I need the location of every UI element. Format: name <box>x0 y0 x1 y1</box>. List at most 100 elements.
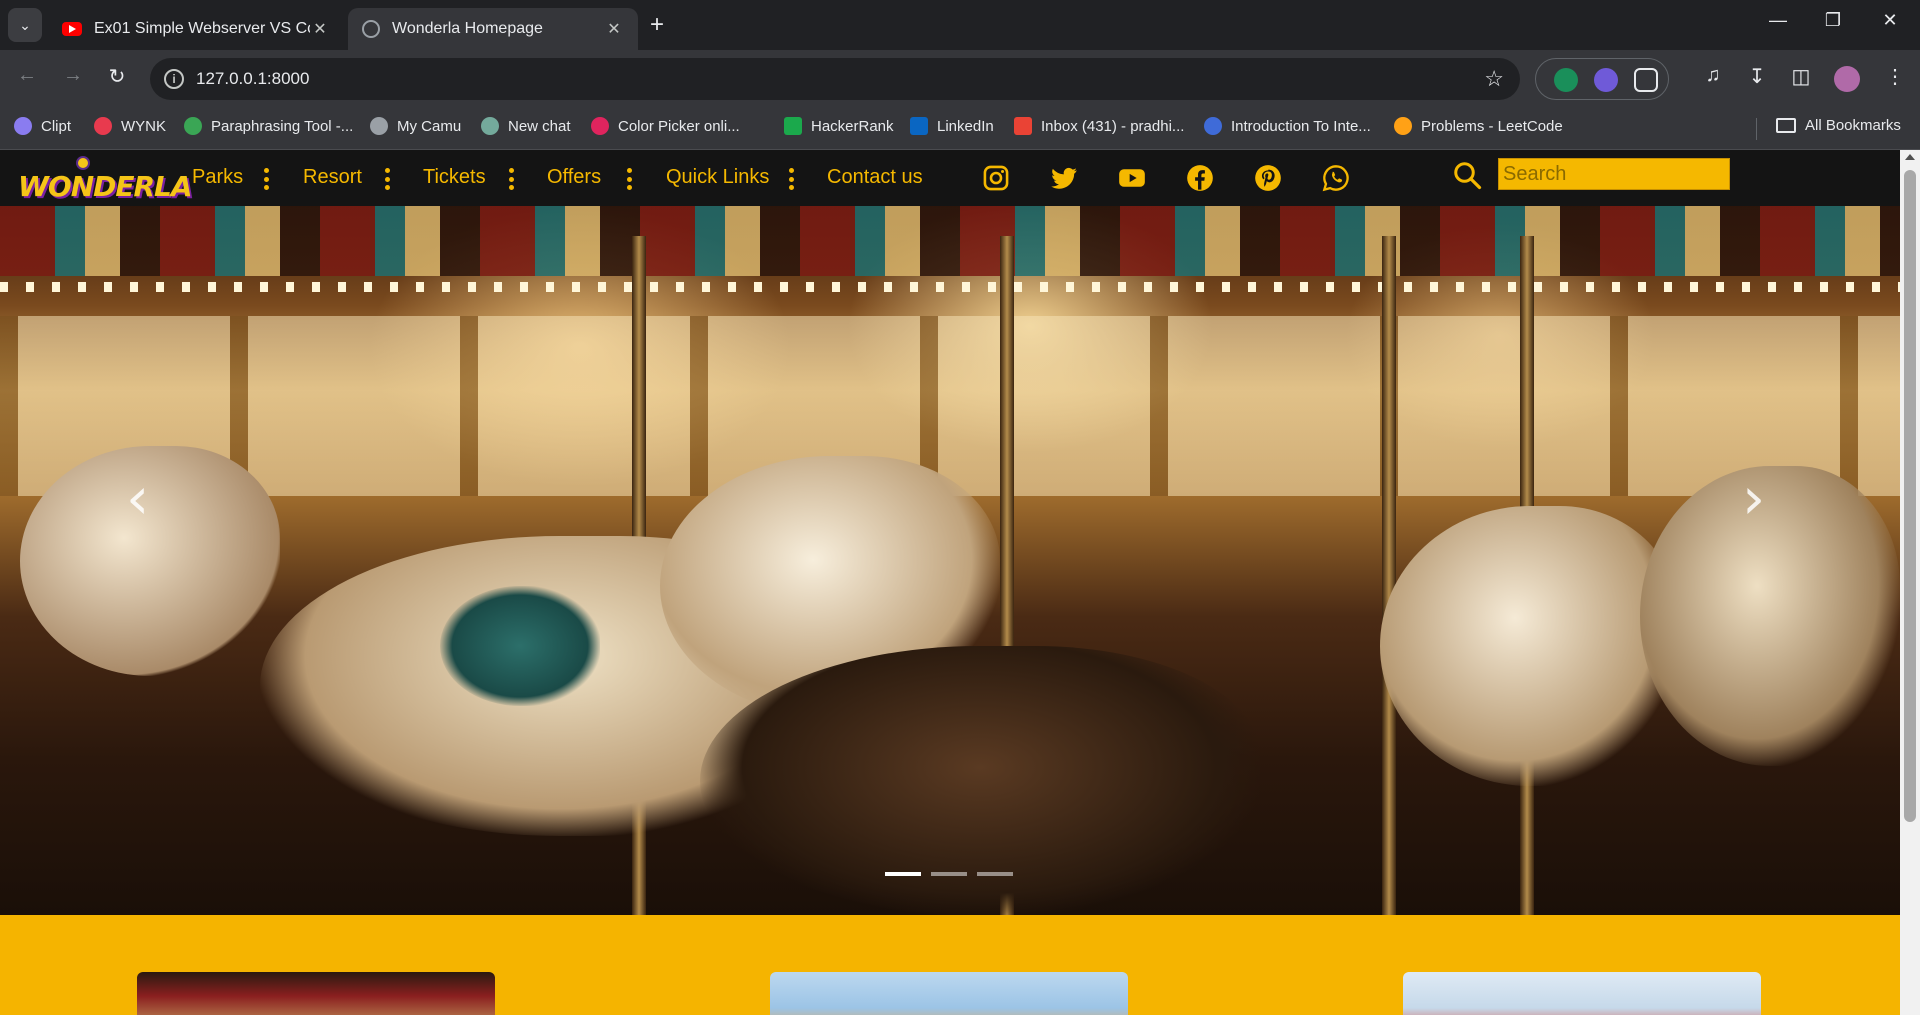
scroll-up-icon[interactable] <box>1905 154 1915 160</box>
bookmark-color-picker[interactable]: Color Picker onli... <box>591 117 740 135</box>
bookmark-label: My Camu <box>397 117 462 135</box>
page-scrollbar[interactable] <box>1900 150 1920 1015</box>
clipt-extension-icon[interactable] <box>1594 68 1618 92</box>
feature-card-image[interactable] <box>1403 972 1761 1015</box>
bookmark-leetcode[interactable]: Problems - LeetCode <box>1394 117 1563 135</box>
carousel-horse-image <box>1640 466 1900 766</box>
forward-icon[interactable]: → <box>58 64 88 87</box>
bookmark-label: Color Picker onli... <box>618 117 740 135</box>
close-icon[interactable]: ✕ <box>604 19 624 39</box>
feature-card-image[interactable] <box>137 972 495 1015</box>
puzzle-icon[interactable] <box>1634 68 1658 92</box>
menu-icon[interactable]: ⋮ <box>1880 64 1910 89</box>
logo-crown-icon <box>76 156 90 170</box>
scrollbar-thumb[interactable] <box>1904 170 1916 822</box>
bookmark-gmail[interactable]: Inbox (431) - pradhi... <box>1014 117 1184 135</box>
tab-wonderla[interactable]: Wonderla Homepage ✕ <box>348 8 638 50</box>
address-bar[interactable]: i 127.0.0.1:8000 ☆ <box>150 58 1520 100</box>
bookmark-label: WYNK <box>121 117 166 135</box>
carousel-indicator[interactable] <box>977 872 1013 876</box>
kebab-icon[interactable] <box>788 168 794 190</box>
carousel-horse-image <box>20 446 280 676</box>
bookmark-wynk[interactable]: WYNK <box>94 117 166 135</box>
logo-text: WONDERLA <box>18 170 193 203</box>
carousel-prev-icon[interactable]: ‹ <box>126 468 149 528</box>
site-info-icon[interactable]: i <box>164 69 184 89</box>
nav-quick-links[interactable]: Quick Links <box>666 166 769 189</box>
carousel-canopy-decoration <box>0 206 1900 276</box>
pinterest-icon[interactable] <box>1254 164 1282 192</box>
carousel-indicators <box>885 872 1013 876</box>
nav-tickets[interactable]: Tickets <box>423 166 486 189</box>
whatsapp-icon[interactable] <box>1322 164 1350 192</box>
twitter-icon[interactable] <box>1050 164 1078 192</box>
skillrack-icon <box>1204 117 1222 135</box>
wonderla-logo[interactable]: WONDERLA <box>18 156 193 203</box>
carousel-indicator[interactable] <box>931 872 967 876</box>
bookmark-label: Introduction To Inte... <box>1231 117 1371 135</box>
bookmark-separator <box>1756 118 1757 140</box>
bookmark-label: Clipt <box>41 117 72 135</box>
bookmark-linkedin[interactable]: LinkedIn <box>910 117 994 135</box>
close-window-icon[interactable]: ✕ <box>1870 10 1910 31</box>
minimize-icon[interactable]: — <box>1758 10 1798 31</box>
bookmark-introduction[interactable]: Introduction To Inte... <box>1204 117 1371 135</box>
bookmark-my-camu[interactable]: My Camu <box>370 117 461 135</box>
tab-search-button[interactable]: ⌄ <box>8 8 42 42</box>
all-bookmarks-label: All Bookmarks <box>1805 117 1901 134</box>
kebab-icon[interactable] <box>508 168 514 190</box>
back-icon[interactable]: ← <box>12 64 42 87</box>
chevron-down-icon: ⌄ <box>19 16 31 33</box>
clipt-icon <box>14 117 32 135</box>
nav-contact-us[interactable]: Contact us <box>827 166 923 189</box>
tab-youtube[interactable]: Ex01 Simple Webserver VS Code ✕ <box>48 8 344 50</box>
instagram-icon[interactable] <box>982 164 1010 192</box>
download-icon[interactable]: ↧ <box>1742 64 1772 89</box>
site-navbar: WONDERLA Parks Resort Tickets Offers Qui… <box>0 150 1900 206</box>
bookmark-clipt[interactable]: Clipt <box>14 117 71 135</box>
wynk-icon <box>94 117 112 135</box>
bookmark-paraphrasing-tool[interactable]: Paraphrasing Tool -... <box>184 117 353 135</box>
facebook-icon[interactable] <box>1186 164 1214 192</box>
kebab-icon[interactable] <box>626 168 632 190</box>
tab-title: Wonderla Homepage <box>392 20 543 37</box>
search-icon[interactable] <box>1452 160 1482 190</box>
nav-offers[interactable]: Offers <box>547 166 601 189</box>
bookmarks-bar: Clipt WYNK Paraphrasing Tool -... My Cam… <box>0 108 1920 150</box>
youtube-icon <box>62 22 82 36</box>
grammarly-icon[interactable] <box>1554 68 1578 92</box>
restore-icon[interactable]: ❐ <box>1813 10 1853 31</box>
quillbot-icon <box>184 117 202 135</box>
reload-icon[interactable]: ↻ <box>102 64 132 89</box>
url-text[interactable]: 127.0.0.1:8000 <box>196 69 309 89</box>
carousel-indicator[interactable] <box>885 872 921 876</box>
kebab-icon[interactable] <box>384 168 390 190</box>
nav-parks[interactable]: Parks <box>192 166 243 189</box>
all-bookmarks-button[interactable]: All Bookmarks <box>1776 117 1901 134</box>
bookmark-hackerrank[interactable]: HackerRank <box>784 117 894 135</box>
hackerrank-icon <box>784 117 802 135</box>
tab-title: Ex01 Simple Webserver VS Code <box>94 20 310 37</box>
side-panel-icon[interactable]: ◫ <box>1786 64 1816 89</box>
feature-card-image[interactable] <box>770 972 1128 1015</box>
nav-resort[interactable]: Resort <box>303 166 362 189</box>
bookmark-star-icon[interactable]: ☆ <box>1484 66 1504 92</box>
search-input[interactable] <box>1498 158 1730 190</box>
new-tab-button[interactable]: + <box>650 10 664 40</box>
leetcode-icon <box>1394 117 1412 135</box>
carousel-horse-image <box>1380 506 1680 786</box>
carousel-next-icon[interactable]: › <box>1742 468 1765 528</box>
carousel-pole <box>1382 236 1396 915</box>
bookmark-label: LinkedIn <box>937 117 994 135</box>
bookmark-new-chat[interactable]: New chat <box>481 117 571 135</box>
profile-avatar[interactable] <box>1834 66 1860 92</box>
youtube-icon[interactable] <box>1118 164 1146 192</box>
extensions-group <box>1535 58 1669 100</box>
bookmark-label: HackerRank <box>811 117 894 135</box>
carousel-lights-decoration <box>0 282 1900 292</box>
featured-cards-section <box>0 915 1900 1015</box>
kebab-icon[interactable] <box>263 168 269 190</box>
color-picker-icon <box>591 117 609 135</box>
close-icon[interactable]: ✕ <box>310 19 330 39</box>
media-control-icon[interactable]: ♫ <box>1698 64 1728 87</box>
